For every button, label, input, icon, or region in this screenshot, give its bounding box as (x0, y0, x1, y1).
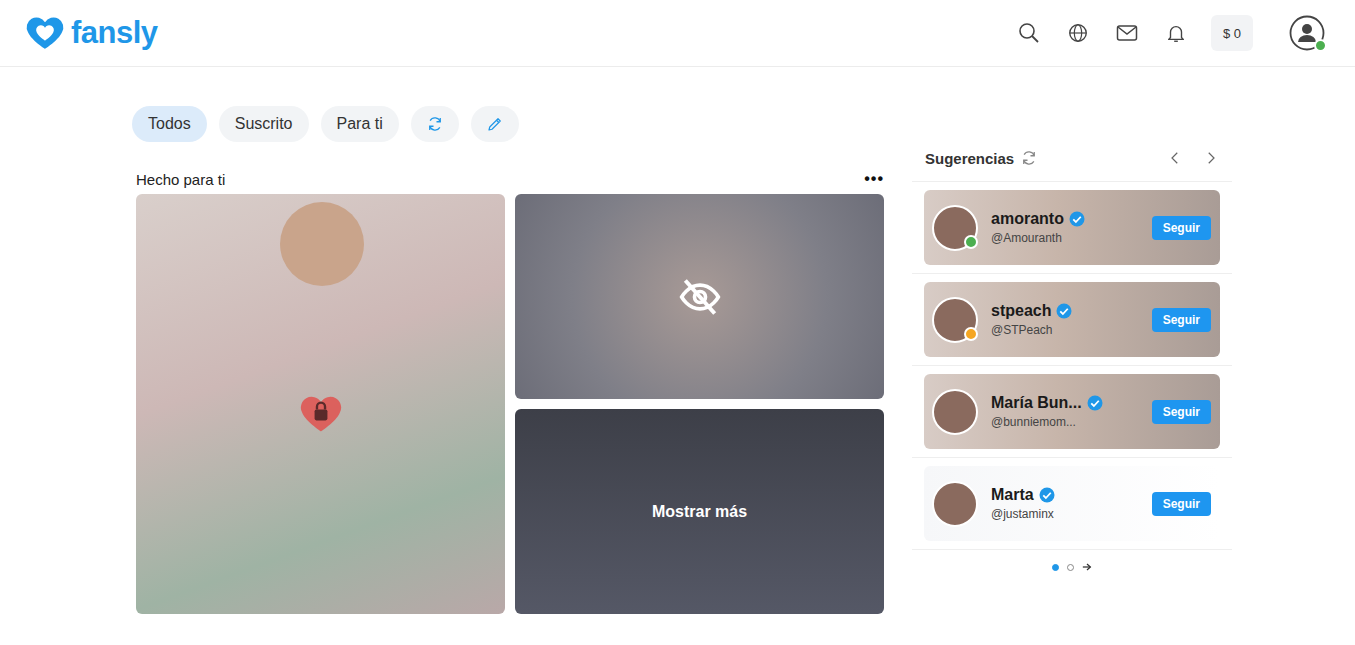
creator-name[interactable]: stpeach (991, 302, 1051, 320)
creator-info: Marta @justaminx (991, 486, 1152, 521)
suggestion-row: María Bun... @bunniemom...Seguir (912, 366, 1232, 458)
user-avatar[interactable] (1289, 15, 1325, 51)
suggestions-panel: Sugerenciasamoranto@AmouranthSeguirstpea… (912, 145, 1232, 614)
eye-off-icon (678, 275, 722, 319)
heart-logo-icon (22, 13, 68, 53)
feed-tab[interactable]: Para ti (321, 106, 399, 142)
verified-badge-icon (1055, 302, 1073, 320)
creator-info: amoranto @Amouranth (991, 210, 1152, 245)
edit-button[interactable] (471, 106, 519, 142)
creator-info: María Bun... @bunniemom... (991, 394, 1152, 429)
follow-button[interactable]: Seguir (1152, 400, 1211, 424)
suggestion-row: Marta @justaminxSeguir (912, 458, 1232, 550)
verified-badge-icon (1086, 394, 1104, 412)
creator-info: stpeach @STPeach (991, 302, 1152, 337)
page-dot[interactable] (1052, 564, 1059, 571)
suggestion-row: stpeach @STPeachSeguir (912, 274, 1232, 366)
status-dot (964, 235, 978, 249)
creator-card[interactable]: Marta @justaminxSeguir (924, 466, 1220, 541)
pagination (912, 562, 1232, 572)
suggestion-row: amoranto @AmouranthSeguir (912, 182, 1232, 274)
bell-icon[interactable] (1165, 22, 1187, 44)
balance-button[interactable]: $ 0 (1211, 15, 1253, 51)
refresh-button[interactable] (411, 106, 459, 142)
creator-card[interactable]: María Bun... @bunniemom...Seguir (924, 374, 1220, 449)
follow-button[interactable]: Seguir (1152, 492, 1211, 516)
creator-name-row: stpeach (991, 302, 1152, 320)
post-tile[interactable] (515, 194, 884, 399)
arrow-right-icon[interactable] (1082, 562, 1092, 572)
creator-avatar[interactable] (932, 389, 978, 435)
verified-badge-icon (1068, 210, 1086, 228)
verified-badge-icon (1038, 486, 1056, 504)
creator-name-row: Marta (991, 486, 1152, 504)
refresh-icon (426, 115, 444, 133)
creator-avatar[interactable] (932, 205, 978, 251)
main: Todos Suscrito Para ti Hecho para ti ••• Most… (0, 67, 1355, 614)
previous-icon[interactable] (1166, 149, 1184, 167)
feed-tab[interactable]: Todos (132, 106, 207, 142)
post-tile[interactable]: Mostrar más (515, 409, 884, 614)
nav-icons: $ 0 (1017, 15, 1325, 51)
mail-icon[interactable] (1115, 21, 1139, 45)
logo-text: fansly (71, 15, 158, 51)
next-icon[interactable] (1202, 149, 1220, 167)
follow-button[interactable]: Seguir (1152, 216, 1211, 240)
pencil-icon (486, 115, 504, 133)
top-bar: fansly $ 0 (0, 0, 1355, 67)
feed-column: Todos Suscrito Para ti Hecho para ti ••• Most… (132, 67, 884, 614)
feed-menu-button[interactable]: ••• (864, 170, 884, 188)
refresh-icon[interactable] (1020, 149, 1038, 167)
creator-handle: @bunniemom... (991, 415, 1152, 429)
suggestions-title: Sugerencias (925, 150, 1014, 167)
globe-icon[interactable] (1067, 22, 1089, 44)
post-tile[interactable] (136, 194, 505, 614)
feed-tabs: Todos Suscrito Para ti (132, 106, 884, 142)
post-grid: Mostrar más (136, 194, 884, 614)
creator-avatar[interactable] (932, 297, 978, 343)
creator-name[interactable]: amoranto (991, 210, 1064, 228)
feed-tab[interactable]: Suscrito (219, 106, 309, 142)
creator-handle: @justaminx (991, 507, 1152, 521)
suggestions-header: Sugerencias (912, 145, 1232, 182)
creator-name[interactable]: María Bun... (991, 394, 1082, 412)
creator-card[interactable]: stpeach @STPeachSeguir (924, 282, 1220, 357)
creator-card[interactable]: amoranto @AmouranthSeguir (924, 190, 1220, 265)
feed-title: Hecho para ti (136, 171, 225, 188)
logo[interactable]: fansly (22, 13, 158, 53)
creator-avatar[interactable] (932, 481, 978, 527)
locked-heart-icon (299, 392, 343, 436)
creator-avatar (280, 202, 364, 286)
follow-button[interactable]: Seguir (1152, 308, 1211, 332)
page-dot[interactable] (1067, 564, 1074, 571)
creator-name-row: María Bun... (991, 394, 1152, 412)
search-icon[interactable] (1017, 21, 1041, 45)
online-dot (1314, 39, 1327, 52)
status-dot (964, 327, 978, 341)
creator-handle: @Amouranth (991, 231, 1152, 245)
feed-header: Hecho para ti ••• (136, 167, 884, 191)
page: fansly $ 0 Todos Suscrito Para ti Hecho para … (0, 0, 1355, 645)
show-more-label[interactable]: Mostrar más (652, 503, 747, 521)
creator-name[interactable]: Marta (991, 486, 1034, 504)
creator-name-row: amoranto (991, 210, 1152, 228)
creator-handle: @STPeach (991, 323, 1152, 337)
